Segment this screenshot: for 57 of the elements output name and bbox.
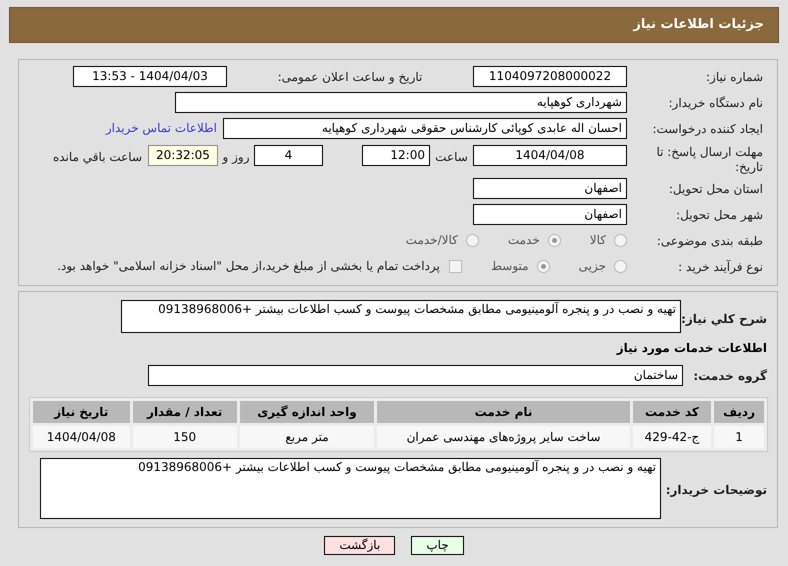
column-header: واحد اندازه گیری — [240, 401, 374, 423]
deadline-time-field: 12:00 — [362, 145, 430, 166]
field-label: ایجاد کننده درخواست: — [652, 122, 763, 136]
field-label: نوع فرآیند خرید : — [678, 260, 763, 274]
buyer-contact-link[interactable]: اطلاعات تماس خریدار — [106, 119, 217, 137]
radio-button[interactable] — [466, 234, 479, 246]
table-cell: 1 — [714, 426, 764, 448]
column-header: کد خدمت — [632, 401, 712, 423]
announce-date-field: 1404/04/03 - 13:53 — [73, 66, 227, 86]
radio-button[interactable] — [548, 234, 561, 246]
field-label: کالا/خدمت — [406, 232, 458, 249]
field-label: توضیحات خریدار: — [666, 482, 767, 496]
need-number-field: 1104097208000022 — [473, 66, 627, 86]
column-header: ردیف — [714, 401, 764, 423]
field-label: ساعت باقي مانده — [52, 150, 142, 164]
print-button[interactable]: چاپ — [411, 536, 464, 555]
field-label: شهر محل تحویل: — [676, 208, 763, 222]
radio-button[interactable] — [536, 260, 550, 272]
field-label: استان محل تحویل: — [668, 182, 763, 196]
field-label: تاریخ و ساعت اعلان عمومی: — [278, 70, 422, 84]
field-label: طبقه بندی موضوعی: — [656, 234, 763, 248]
table-cell: متر مربع — [240, 426, 374, 448]
field-label: ساعت — [435, 150, 468, 164]
city-field: اصفهان — [473, 204, 627, 224]
buyer-notes-textarea[interactable]: تهیه و نصب در و پنجره آلومینیومی مطابق مشخصات پیوست و کسب اطلاعات بیشتر +09138968006 — [40, 458, 661, 519]
back-button[interactable]: بازگشت — [324, 536, 396, 555]
column-header: نام خدمت — [377, 401, 630, 423]
column-header: تعداد / مقدار — [132, 401, 237, 423]
radio-button[interactable] — [614, 260, 627, 272]
field-label: شماره نیاز: — [706, 70, 763, 84]
field-label: مهلت ارسال پاسخ: تا تاریخ: — [655, 145, 763, 175]
field-label: جزیی — [578, 258, 606, 275]
column-header: تاریخ نیاز — [33, 401, 130, 423]
description-textarea[interactable]: تهیه و نصب در و پنجره آلومینیومی مطابق مشخصات پیوست و کسب اطلاعات بیشتر +09138968006 — [121, 300, 681, 333]
field-label: گروه خدمت: — [693, 369, 767, 383]
province-field: اصفهان — [473, 178, 627, 198]
field-label: روز و — [222, 150, 250, 164]
days-field: 4 — [254, 145, 323, 166]
field-label: خدمت — [508, 232, 540, 249]
remaining-time-field: 20:32:05 — [148, 145, 218, 166]
section-heading: اطلاعات خدمات مورد نياز — [616, 340, 767, 357]
field-label: متوسط — [490, 258, 529, 275]
buyer-name-field: شهرداری کوهپایه — [175, 92, 627, 112]
table-cell: 150 — [132, 426, 237, 448]
service-group-field: ساختمان — [148, 364, 683, 386]
table-cell: 1404/04/08 — [33, 426, 130, 448]
creator-field: احسان اله عابدی کوپائی کارشناس حقوقی شهرداری کوهپایه — [223, 118, 627, 138]
table-cell: ج-42-429 — [632, 426, 712, 448]
deadline-date-field: 1404/04/08 — [473, 145, 627, 166]
field-label: نام دستگاه خریدار: — [668, 96, 763, 110]
checkbox[interactable] — [448, 260, 462, 272]
table-cell: ساخت سایر پروژه‌های مهندسی عمران — [377, 426, 630, 448]
page-title: جزئیات اطلاعات نیاز — [633, 16, 764, 34]
field-label: پرداخت تمام یا بخشی از مبلغ خرید،از محل "اسناد خزانه اسلامی" خواهد بود. — [57, 258, 440, 275]
radio-button[interactable] — [614, 234, 627, 246]
field-label: شرح کلي نياز: — [681, 312, 767, 326]
field-label: کالا — [590, 232, 606, 249]
